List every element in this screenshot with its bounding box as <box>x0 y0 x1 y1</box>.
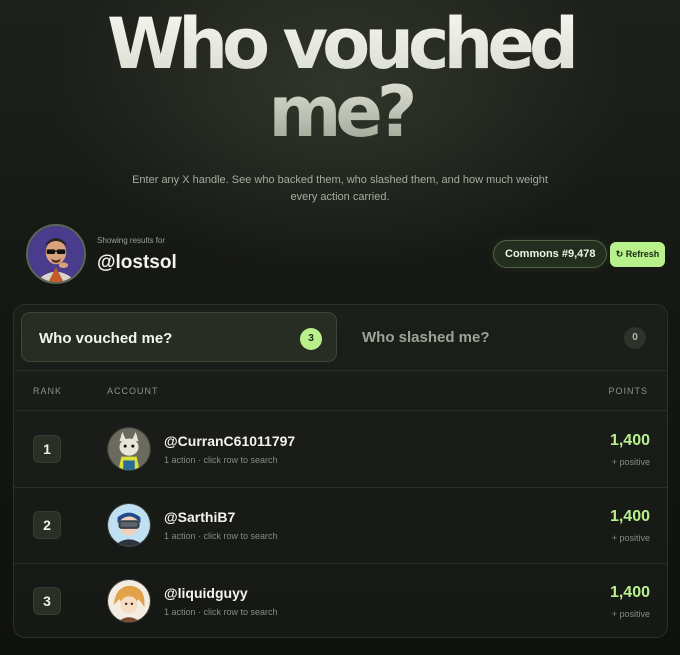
points-value: 1,400 <box>609 508 650 525</box>
account-handle: @SarthiB7 <box>164 509 236 525</box>
rank-badge: 3 <box>33 587 61 615</box>
column-header-account: ACCOUNT <box>107 386 159 396</box>
account-handle: @CurranC61011797 <box>164 433 296 449</box>
tab-who-slashed-count: 0 <box>624 327 646 349</box>
points-value: 1,400 <box>609 432 650 449</box>
column-header-rank: RANK <box>33 386 63 396</box>
page-title-line-1: Who vouched <box>107 3 573 85</box>
account-meta: 1 action · click row to search <box>164 531 278 541</box>
page-title: Who vouched me? <box>0 10 680 146</box>
page-subtitle: Enter any X handle. See who backed them,… <box>132 174 548 203</box>
column-header-points: POINTS <box>608 386 648 396</box>
profile-avatar <box>26 224 86 284</box>
page-title-line-2: me? <box>268 71 412 153</box>
profile-avatar-image <box>28 226 84 282</box>
points-value: 1,400 <box>609 584 650 601</box>
table-row[interactable]: 2 @SarthiB7 1 action · click row to sear… <box>14 487 667 563</box>
rank-badge: 2 <box>33 511 61 539</box>
tab-who-slashed-label: Who slashed me? <box>362 329 490 346</box>
account-meta: 1 action · click row to search <box>164 455 278 465</box>
points-sentiment: + positive <box>611 533 650 543</box>
results-panel: Who vouched me? 3 Who slashed me? 0 RANK… <box>13 304 668 638</box>
table-row[interactable]: 1 @CurranC61011797 1 action · click row … <box>14 411 667 487</box>
tab-who-vouched-label: Who vouched me? <box>39 330 173 347</box>
account-avatar-image <box>108 428 150 470</box>
tab-who-vouched-count: 3 <box>300 328 322 350</box>
tabs-divider <box>14 370 667 371</box>
account-avatar-image <box>108 504 150 546</box>
account-handle: @liquidguyy <box>164 585 248 601</box>
showing-results-label: Showing results for <box>97 236 166 245</box>
account-meta: 1 action · click row to search <box>164 607 278 617</box>
points-sentiment: + positive <box>611 609 650 619</box>
vr-headset-avatar <box>107 503 151 547</box>
profile-handle: @lostsol <box>97 252 177 273</box>
tab-who-slashed[interactable]: Who slashed me? 0 <box>343 312 659 362</box>
cat-character-avatar <box>107 427 151 471</box>
account-avatar-image <box>108 580 150 622</box>
table-row[interactable]: 3 @liquidguyy 1 action · click row to se… <box>14 563 667 637</box>
tab-who-vouched[interactable]: Who vouched me? 3 <box>21 312 337 362</box>
points-sentiment: + positive <box>611 457 650 467</box>
rank-badge: 1 <box>33 435 61 463</box>
anime-character-avatar <box>107 579 151 623</box>
profile-header: Showing results for @lostsol Commons #9,… <box>0 224 680 286</box>
refresh-button[interactable]: ↻ Refresh <box>610 242 665 267</box>
commons-badge: Commons #9,478 <box>493 240 608 268</box>
